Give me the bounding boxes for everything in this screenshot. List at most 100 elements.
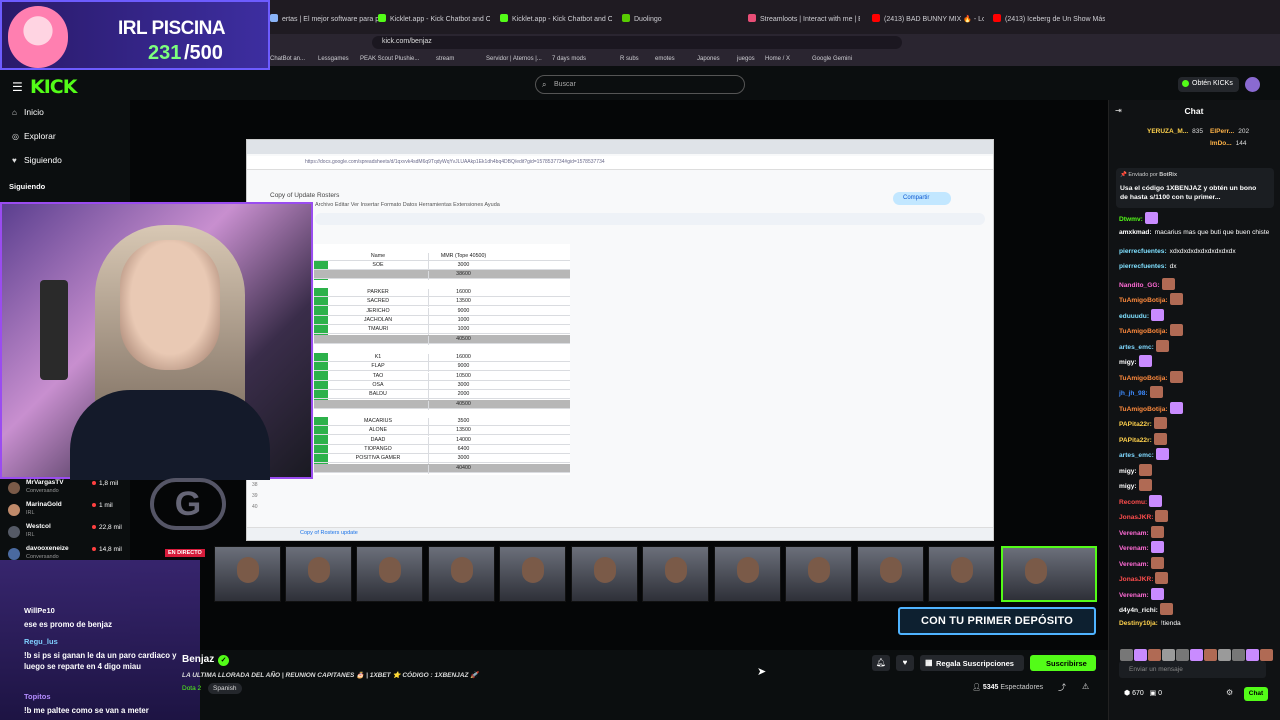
language-badge[interactable]: Spanish (208, 683, 242, 694)
chat-username[interactable]: jh_jh_98: (1119, 390, 1148, 397)
chat-username[interactable]: PAPita22r: (1119, 421, 1152, 428)
chat-username[interactable]: TuAmigoBotija: (1119, 406, 1168, 413)
chat-username[interactable]: Nandito_GG: (1119, 282, 1160, 289)
chat-username[interactable]: JonasJKR: (1119, 576, 1153, 583)
browser-tab[interactable]: Streamloots | Interact with me | Balig (748, 14, 860, 30)
chat-message: Verenam: (1119, 525, 1277, 538)
emote-icon[interactable] (1148, 649, 1161, 661)
share-icon[interactable]: ⤴ (1058, 682, 1066, 693)
chat-username[interactable]: Destiny10ja: (1119, 620, 1158, 627)
emote-icon[interactable] (1260, 649, 1273, 661)
bookmark-item[interactable]: stream (436, 56, 454, 62)
sidebar-item-siguiendo[interactable]: ♥ Siguiendo (12, 155, 62, 165)
chat-username[interactable]: migy: (1119, 359, 1137, 366)
bookmark-item[interactable]: 7 days mods (552, 56, 586, 62)
chat-username[interactable]: migy: (1119, 468, 1137, 475)
bookmark-item[interactable]: juegos (737, 56, 755, 62)
chat-username[interactable]: Verenam: (1119, 561, 1149, 568)
followed-channel[interactable]: MrVargasTV Conversando 1,8 mil (6, 479, 126, 499)
chat-username[interactable]: eduuudu: (1119, 313, 1149, 320)
bookmark-item[interactable]: Servidor | Aternos |... (486, 56, 542, 62)
chat-username[interactable]: artes_emc: (1119, 452, 1154, 459)
channel-name[interactable]: Benjaz (182, 654, 214, 665)
emote-icon[interactable] (1134, 649, 1147, 661)
chat-username[interactable]: pierrecfuentes: (1119, 263, 1167, 270)
subscribe-button[interactable]: Suscribirse (1030, 655, 1096, 671)
tab-label: (2413) Iceberg de Un Show Más - Yo (1005, 16, 1105, 23)
browser-tab[interactable]: (2413) Iceberg de Un Show Más - Yo (993, 14, 1105, 30)
player-name: FLAP (371, 363, 385, 370)
bookmark-item[interactable]: Google Gemini (812, 56, 852, 62)
bell-icon[interactable]: 🔔︎ (872, 655, 890, 671)
browser-tab[interactable]: Kicklet.app - Kick Chatbot and Overl (500, 14, 612, 30)
sidebar-item-explorar[interactable]: ◎ Explorar (12, 131, 56, 141)
followed-channel[interactable]: MarinaGold IRL 1 mil (6, 501, 126, 521)
chat-message: d4y4n_richi: (1119, 603, 1277, 615)
followed-channel[interactable]: Westcol IRL 22,8 mil (6, 523, 126, 543)
bookmark-item[interactable]: PEAK Scout Plushie... (360, 56, 419, 62)
chat-username[interactable]: JonasJKR: (1119, 514, 1153, 521)
tab-label: Kicklet.app - Kick Chatbot and Overl (512, 16, 612, 23)
sidebar-item-inicio[interactable]: ⌂ Inicio (12, 107, 44, 117)
chat-username[interactable]: TuAmigoBotija: (1119, 297, 1168, 304)
participant-head (451, 557, 473, 583)
chat-username[interactable]: TuAmigoBotija: (1119, 375, 1168, 382)
bookmark-item[interactable]: R subs (620, 56, 639, 62)
channel-category: IRL (26, 510, 35, 516)
chat-username[interactable]: PAPita22r: (1119, 437, 1152, 444)
browser-tab[interactable]: Duolingo (622, 14, 734, 30)
browser-tab[interactable]: Kicklet.app - Kick Chatbot and Overl (378, 14, 490, 30)
chat-username[interactable]: amxkmad: (1119, 229, 1152, 236)
gifter-value: 144 (1235, 140, 1247, 147)
user-avatar[interactable] (1245, 77, 1260, 92)
menu-icon[interactable]: ☰ (12, 80, 23, 94)
chat-username[interactable]: Recomu: (1119, 499, 1147, 506)
viewer-count: 14,8 mil (92, 546, 122, 553)
emote-row[interactable] (1119, 645, 1274, 661)
bookmark-item[interactable]: ChatBot an... (270, 56, 305, 62)
chat-input[interactable]: Enviar un mensaje (1119, 661, 1266, 678)
search-input[interactable]: ⌕ Buscar (535, 75, 745, 94)
bookmark-item[interactable]: Lessgames (318, 56, 349, 62)
bookmark-item[interactable]: Japones (697, 56, 720, 62)
browser-tab[interactable]: (2413) BAD BUNNY MIX 🔥 - Lo Me (872, 14, 984, 30)
chat-username[interactable]: artes_emc: (1119, 344, 1154, 351)
emote-icon (1144, 212, 1158, 224)
emote-icon[interactable] (1176, 649, 1189, 661)
chat-username[interactable]: TuAmigoBotija: (1119, 328, 1168, 335)
chat-username[interactable]: Verenam: (1119, 545, 1149, 552)
sheet-header-row: Name MMR (Tope 40500) (314, 252, 570, 262)
chat-username[interactable]: pierrecfuentes: (1119, 248, 1167, 255)
chat-username[interactable]: Verenam: (1119, 592, 1149, 599)
get-kicks-button[interactable]: Obtén KICKs (1178, 77, 1239, 92)
tab-label: Kicklet.app - Kick Chatbot and Overl (390, 16, 490, 23)
browser-tab[interactable]: ertas | El mejor software para poten (270, 14, 382, 30)
bookmark-item[interactable]: Home / X (765, 56, 790, 62)
chat-username[interactable]: Dtwmv: (1119, 216, 1143, 223)
bookmark-item[interactable]: emotes (655, 56, 675, 62)
emote-icon[interactable] (1232, 649, 1245, 661)
sheet-title: Copy of Update Rosters (270, 192, 340, 199)
chat-message: Recomu: (1119, 494, 1277, 507)
follow-heart-icon[interactable]: ♥ (896, 655, 914, 671)
chat-title: Chat (1184, 106, 1204, 116)
emote-icon[interactable] (1204, 649, 1217, 661)
chat-send-button[interactable]: Chat (1244, 687, 1268, 701)
player-mmr: 40400 (428, 464, 498, 474)
report-icon[interactable]: ⚠ (1082, 682, 1089, 691)
emote-icon[interactable] (1120, 649, 1133, 661)
chat-username[interactable]: d4y4n_richi: (1119, 607, 1158, 614)
sheet-row: JERICHO 9000 (314, 307, 570, 317)
emote-icon[interactable] (1162, 649, 1175, 661)
chat-username[interactable]: migy: (1119, 483, 1137, 490)
tab-label: ertas | El mejor software para poten (282, 16, 382, 23)
emote-icon[interactable] (1246, 649, 1259, 661)
emote-icon[interactable] (1190, 649, 1203, 661)
emote-icon[interactable] (1218, 649, 1231, 661)
gear-icon[interactable]: ⚙ (1226, 688, 1233, 697)
url-field[interactable]: kick.com/benjaz (372, 36, 902, 49)
gift-subs-button[interactable]: ▦ Regala Suscripciones (920, 655, 1024, 671)
stream-category[interactable]: Dota 2 (182, 685, 201, 692)
kick-logo[interactable]: KICK (30, 76, 77, 98)
chat-username[interactable]: Verenam: (1119, 530, 1149, 537)
